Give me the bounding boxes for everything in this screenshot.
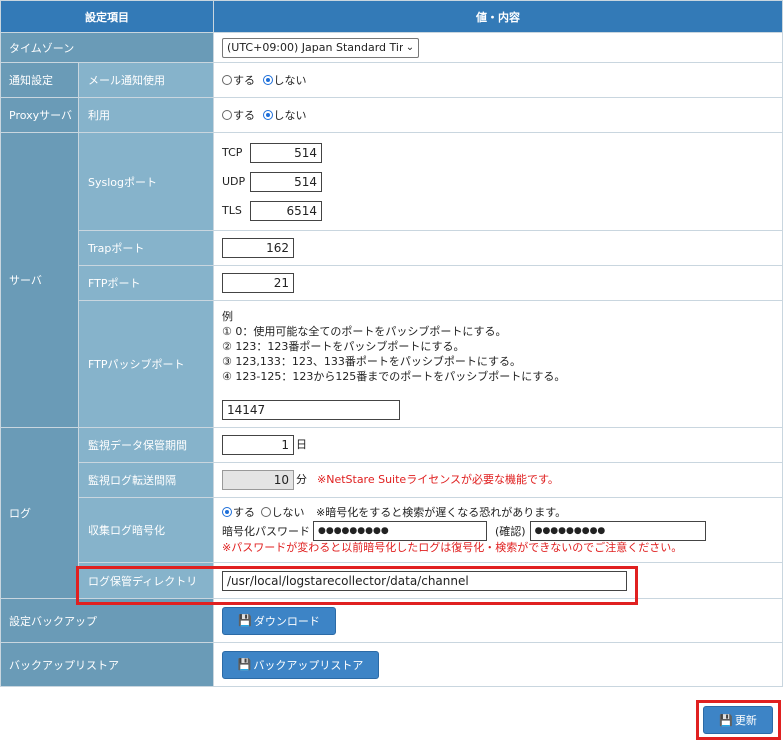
transfer-unit: 分 <box>296 473 307 486</box>
chevron-down-icon: ⌄ <box>403 38 417 57</box>
timezone-select[interactable]: (UTC+09:00) Japan Standard Tim ⌄ <box>222 37 419 58</box>
timezone-label: タイムゾーン <box>0 32 214 63</box>
header-item: 設定項目 <box>0 0 214 33</box>
password-warning: ※パスワードが変わると以前暗号化したログは復号化・検索ができないのでご注意くださ… <box>222 541 683 554</box>
notify-radio-no[interactable]: しない <box>262 74 307 87</box>
restore-button[interactable]: 💾 バックアップリストア <box>222 650 379 679</box>
floppy-disk-icon: 💾 <box>719 713 733 727</box>
ftp-passive-input[interactable]: 14147 <box>222 399 400 420</box>
encrypt-note: ※暗号化をすると検索が遅くなる恐れがあります。 <box>316 506 567 519</box>
notify-radio-yes[interactable]: する <box>222 74 255 87</box>
syslog-label: Syslogポート <box>78 132 214 231</box>
trap-port-input[interactable]: 162 <box>222 238 294 258</box>
password-label: 暗号化パスワード <box>222 525 310 538</box>
confirm-label: (確認) <box>495 525 526 538</box>
ftp-label: FTPポート <box>78 265 214 301</box>
password-input[interactable]: ●●●●●●●●● <box>313 521 487 541</box>
udp-label: UDP <box>222 175 246 188</box>
retention-unit: 日 <box>296 438 307 451</box>
ftp-passive-label: FTPパッシブポート <box>78 300 214 428</box>
proxy-label: 利用 <box>78 97 214 133</box>
restore-label: バックアップリストア <box>0 642 214 687</box>
confirm-password-input[interactable]: ●●●●●●●●● <box>529 521 706 541</box>
proxy-radio-yes[interactable]: する <box>222 109 255 122</box>
notify-label: メール通知使用 <box>78 62 214 98</box>
proxy-radio-no[interactable]: しない <box>262 109 307 122</box>
floppy-disk-icon: 💾 <box>238 614 252 627</box>
license-note: ※NetStare Suiteライセンスが必要な機能です。 <box>317 473 559 486</box>
floppy-disk-icon: 💾 <box>237 658 252 671</box>
tls-port-input[interactable]: 6514 <box>250 200 322 221</box>
tcp-label: TCP <box>222 146 243 159</box>
ftp-passive-examples: 例 ① 0：使用可能な全てのポートをパッシブポートにする。 ② 123：123番… <box>222 309 566 383</box>
header-value: 値・内容 <box>213 0 783 33</box>
backup-label: 設定バックアップ <box>0 598 214 643</box>
server-group-label: サーバ <box>0 132 79 428</box>
udp-port-input[interactable]: 514 <box>250 171 322 192</box>
log-group-label: ログ <box>0 427 79 599</box>
transfer-label: 監視ログ転送間隔 <box>78 462 214 498</box>
encrypt-label: 収集ログ暗号化 <box>78 497 214 563</box>
update-button[interactable]: 💾 更新 <box>703 706 773 734</box>
notify-group-label: 通知設定 <box>0 62 79 98</box>
tcp-port-input[interactable]: 514 <box>250 142 322 163</box>
download-button[interactable]: 💾 ダウンロード <box>222 606 336 635</box>
encrypt-radio-no[interactable]: しない <box>260 506 305 519</box>
proxy-group-label: Proxyサーバ <box>0 97 79 133</box>
ftp-port-input[interactable]: 21 <box>222 273 294 293</box>
trap-label: Trapポート <box>78 230 214 266</box>
directory-highlight <box>76 566 638 605</box>
tls-label: TLS <box>222 204 242 217</box>
transfer-input[interactable]: 10 <box>222 470 294 490</box>
retention-input[interactable]: 1 <box>222 435 294 455</box>
encrypt-radio-yes[interactable]: する <box>222 506 255 519</box>
retention-label: 監視データ保管期間 <box>78 427 214 463</box>
